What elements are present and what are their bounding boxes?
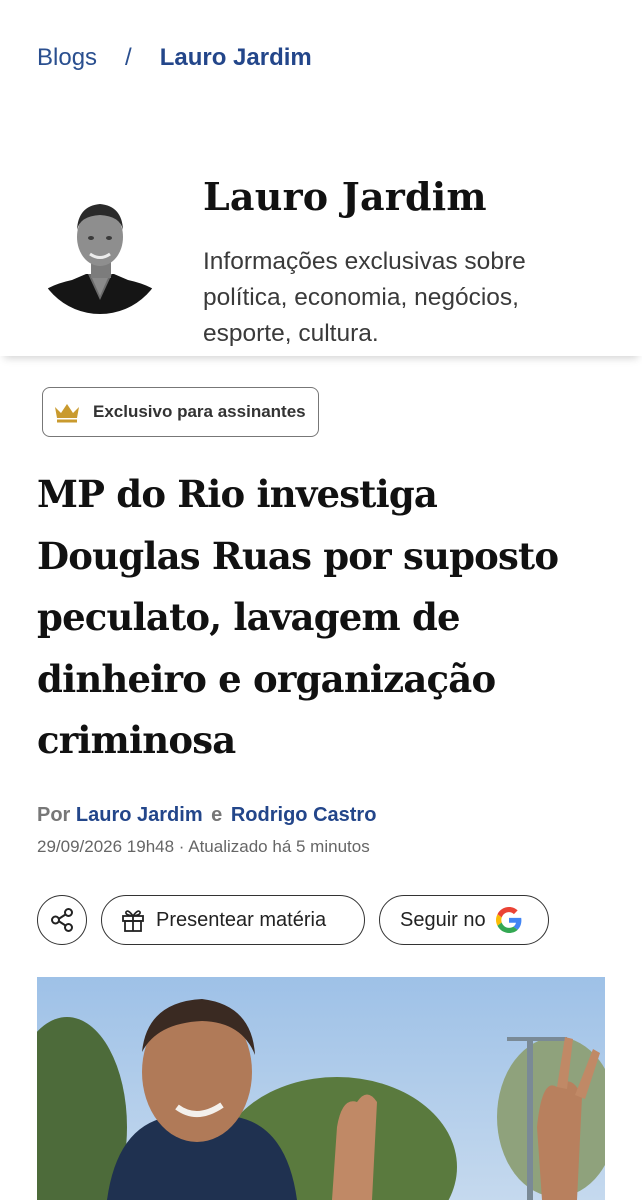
author-name[interactable]: Lauro Jardim <box>203 174 487 219</box>
byline-author-rodrigo-castro[interactable]: Rodrigo Castro <box>231 804 377 826</box>
author-description: Informações exclusivas sobre política, e… <box>203 248 526 347</box>
breadcrumb-blogs-link[interactable]: Blogs <box>37 44 97 72</box>
share-icon <box>51 908 73 932</box>
crown-icon <box>55 404 79 423</box>
article-hero-image[interactable] <box>37 977 605 1200</box>
breadcrumb-current-link[interactable]: Lauro Jardim <box>160 44 312 72</box>
breadcrumb: Blogs / Lauro Jardim <box>37 44 312 72</box>
gift-icon <box>122 910 144 932</box>
follow-label: Seguir no <box>400 908 486 931</box>
author-photo-icon <box>34 182 166 314</box>
author-card: Lauro Jardim Informações exclusivas sobr… <box>0 148 642 356</box>
google-icon <box>495 907 522 933</box>
subscriber-exclusive-badge: Exclusivo para assinantes <box>42 387 319 437</box>
byline-prefix: Por <box>37 804 71 826</box>
article-headline: MP do Rio investiga Douglas Ruas por sup… <box>37 472 559 762</box>
badge-label: Exclusivo para assinantes <box>93 402 306 421</box>
byline-author-lauro-jardim[interactable]: Lauro Jardim <box>76 804 203 826</box>
article-byline: Por Lauro Jardim e Rodrigo Castro <box>37 804 376 827</box>
article-dateline: 29/09/2026 19h48 · Atualizado há 5 minut… <box>37 837 370 856</box>
gift-article-button[interactable]: Presentear matéria <box>101 895 365 945</box>
article-actions: Presentear matéria Seguir no <box>37 895 549 945</box>
share-button[interactable] <box>37 895 87 945</box>
hero-photo-icon <box>37 977 605 1200</box>
author-avatar[interactable] <box>34 182 166 314</box>
gift-article-label: Presentear matéria <box>156 908 327 931</box>
byline-conjunction: e <box>211 804 223 826</box>
follow-on-google-button[interactable]: Seguir no <box>379 895 549 945</box>
breadcrumb-separator: / <box>125 44 132 71</box>
